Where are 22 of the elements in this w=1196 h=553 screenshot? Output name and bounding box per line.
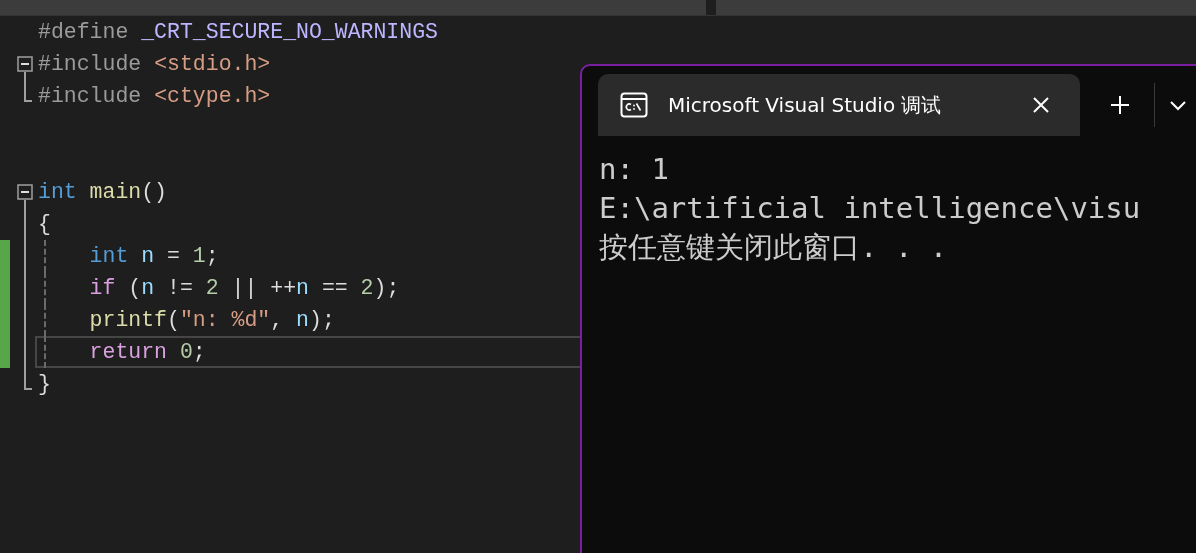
console-icon	[620, 92, 648, 118]
code-line: #include <ctype.h>	[37, 84, 271, 108]
code-line: {	[37, 212, 51, 236]
console-output-line: n: 1	[599, 151, 670, 188]
code-line: if (n != 2 || ++n == 2);	[88, 276, 400, 300]
code-line: return 0;	[88, 340, 206, 364]
fold-line	[24, 72, 26, 80]
new-tab-icon[interactable]	[1110, 95, 1130, 115]
close-icon[interactable]	[1032, 96, 1050, 114]
code-line: }	[37, 372, 51, 396]
terminal-tab[interactable]: Microsoft Visual Studio 调试	[598, 74, 1080, 136]
collapse-icon[interactable]	[17, 56, 33, 72]
chevron-down-icon[interactable]	[1169, 99, 1187, 111]
code-line: #define _CRT_SECURE_NO_WARNINGS	[37, 20, 438, 44]
code-line: int n = 1;	[88, 244, 219, 268]
code-line: printf("n: %d", n);	[88, 308, 335, 332]
code-line: int main()	[37, 180, 168, 204]
tab-title: Microsoft Visual Studio 调试	[668, 91, 943, 119]
collapse-icon[interactable]	[17, 184, 33, 200]
console-output-line: 按任意键关闭此窗口. . .	[599, 229, 949, 266]
console-output-line: E:\artificial intelligence\visu	[599, 190, 1142, 227]
code-line: #include <stdio.h>	[37, 52, 271, 76]
